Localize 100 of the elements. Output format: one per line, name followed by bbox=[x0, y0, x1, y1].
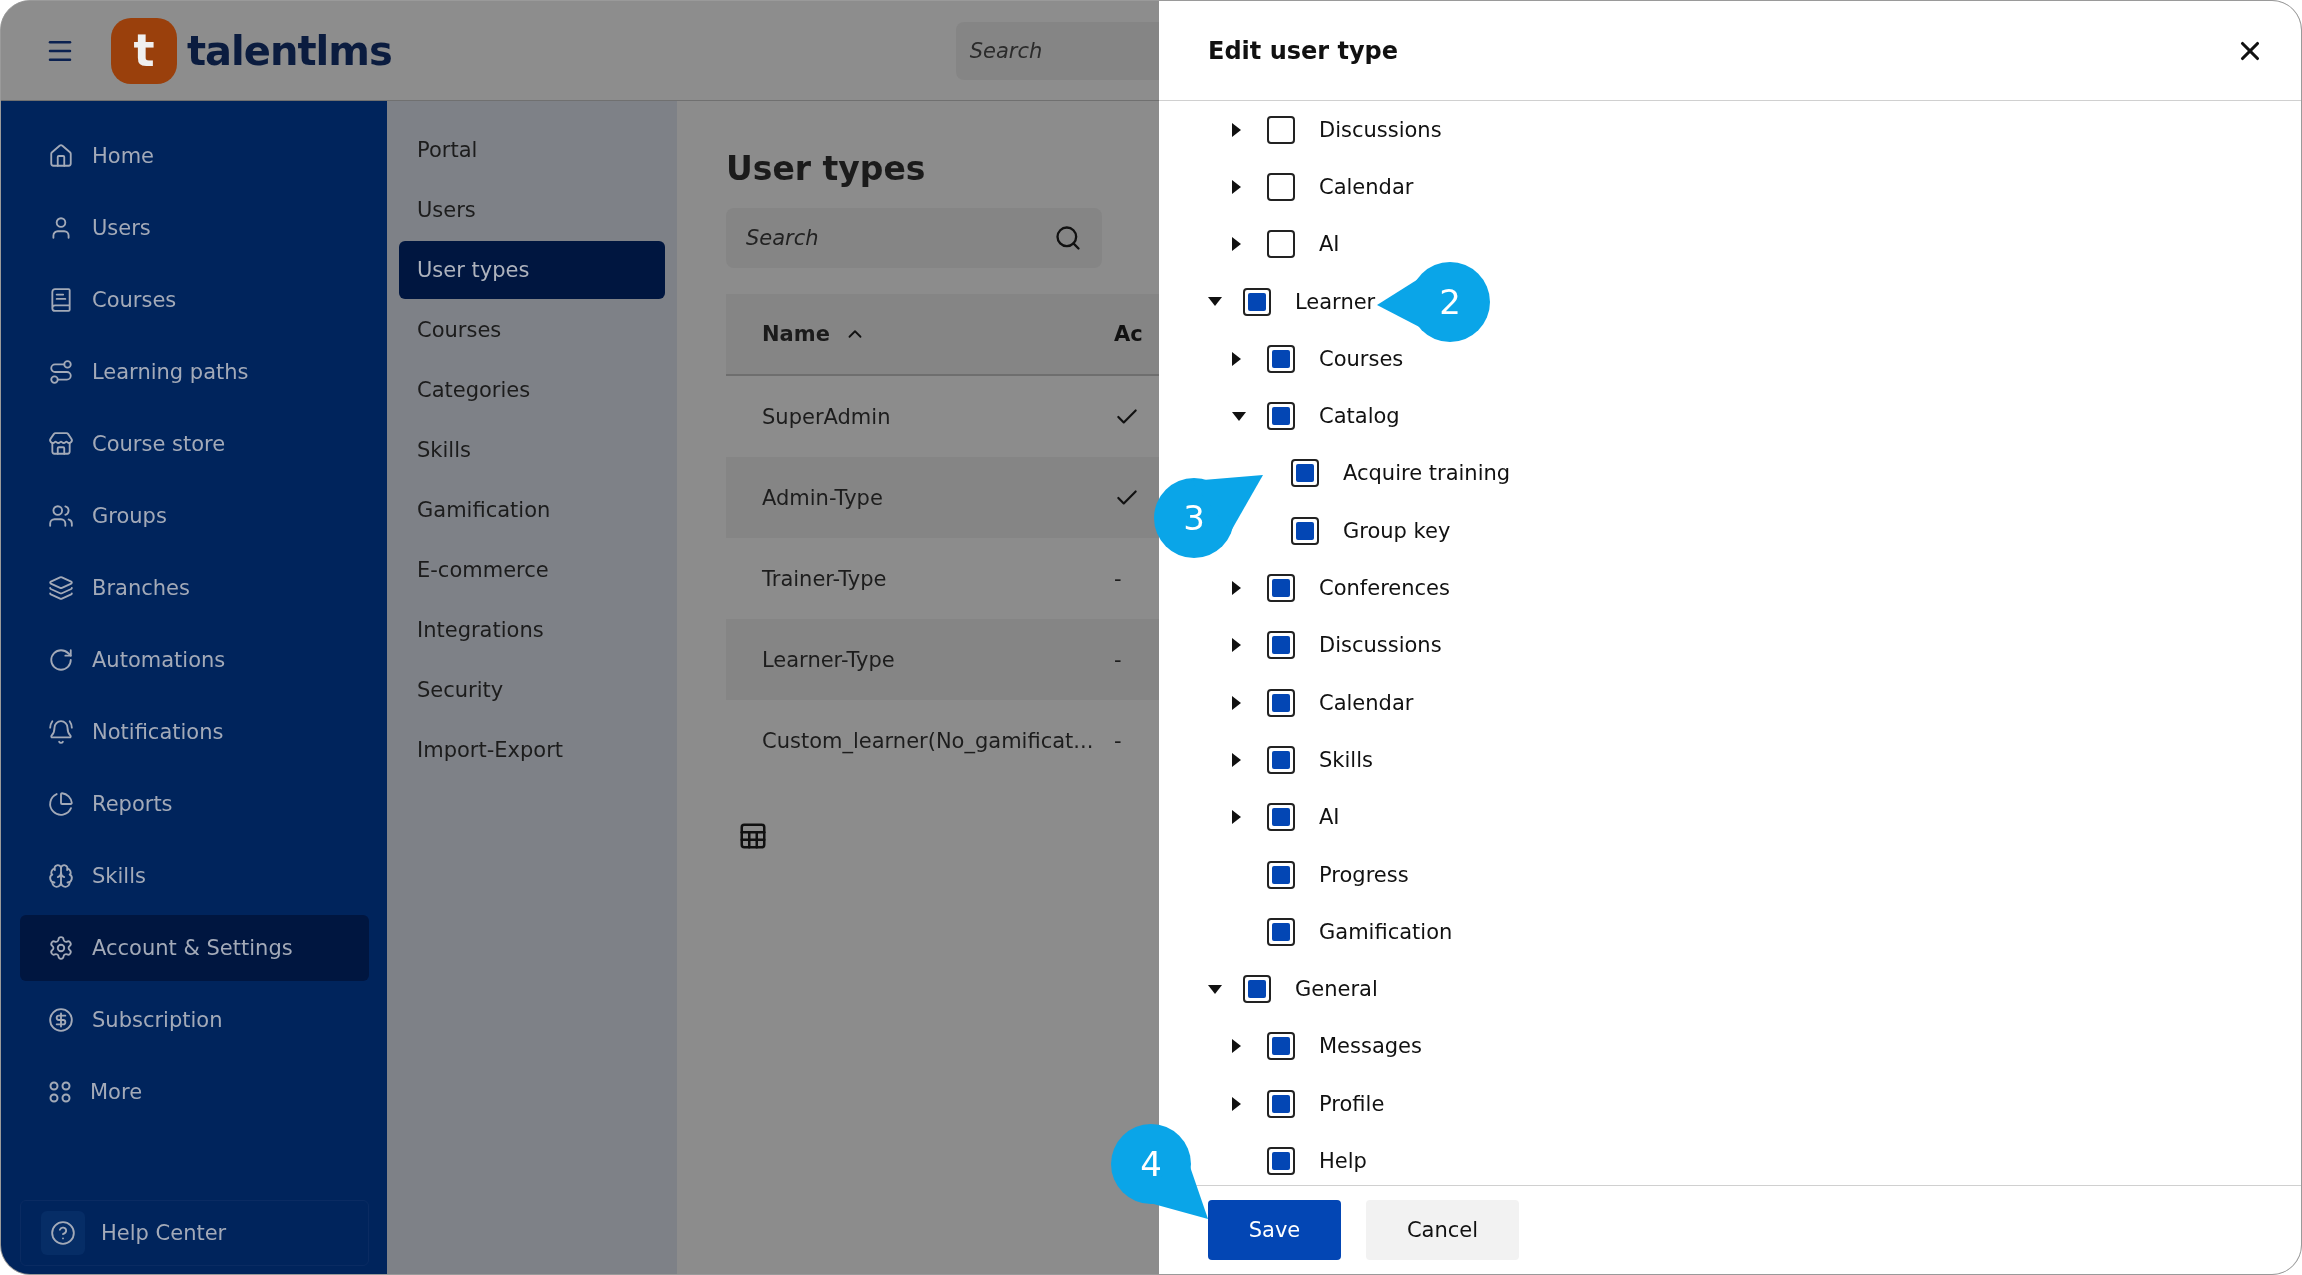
checkbox[interactable] bbox=[1267, 1147, 1295, 1175]
table-cell-text: Custom_learner(No_gamificat... bbox=[761, 728, 1095, 753]
settings-menu-item[interactable]: Courses bbox=[399, 301, 665, 359]
checkbox[interactable] bbox=[1267, 745, 1295, 774]
settings-menu-item[interactable]: Skills bbox=[399, 421, 665, 479]
sidebar-item[interactable]: Course store bbox=[20, 411, 369, 477]
permission-label: Calendar bbox=[1319, 690, 1414, 715]
settings-menu-item[interactable]: E-commerce bbox=[399, 541, 665, 599]
sidebar-item[interactable]: Automations bbox=[20, 627, 369, 693]
help-center-link[interactable]: Help Center bbox=[20, 1200, 369, 1266]
sidebar-item[interactable]: Courses bbox=[20, 267, 369, 333]
save-button[interactable]: Save bbox=[1208, 1200, 1341, 1260]
caret-right-icon[interactable] bbox=[1232, 1096, 1241, 1111]
checkbox[interactable] bbox=[1267, 344, 1295, 373]
column-header[interactable]: Name bbox=[762, 322, 830, 346]
caret-right-icon[interactable] bbox=[1232, 638, 1241, 653]
checkbox[interactable] bbox=[1267, 860, 1295, 889]
checkbox[interactable] bbox=[1267, 631, 1295, 660]
search-field[interactable]: Search bbox=[726, 208, 1102, 268]
sidebar-item[interactable]: Skills bbox=[20, 843, 369, 909]
table-cell-text: Admin-Type bbox=[761, 485, 884, 510]
settings-menu-item[interactable]: Integrations bbox=[399, 601, 665, 659]
permission-label: Courses bbox=[1319, 346, 1404, 371]
caret-right-icon[interactable] bbox=[1232, 351, 1241, 366]
step-callout: 4 bbox=[1109, 1122, 1211, 1222]
permission-label: Skills bbox=[1319, 747, 1373, 772]
permission-label: AI bbox=[1319, 232, 1340, 257]
automation-icon bbox=[48, 647, 74, 673]
settings-menu-item[interactable]: Categories bbox=[399, 361, 665, 419]
sidebar-item[interactable]: Home bbox=[20, 123, 369, 189]
checkbox[interactable] bbox=[1267, 172, 1295, 201]
sidebar-label: Users bbox=[92, 216, 151, 240]
permission-label: Learner bbox=[1295, 289, 1376, 314]
search-icon bbox=[1054, 224, 1082, 252]
sidebar-item[interactable]: Users bbox=[20, 195, 369, 261]
sidebar-label: Groups bbox=[92, 504, 167, 528]
sidebar-label: Learning paths bbox=[92, 360, 249, 384]
table-cell-text: Trainer-Type bbox=[761, 566, 888, 591]
checkbox[interactable] bbox=[1267, 917, 1295, 946]
settings-menu-item[interactable]: Portal bbox=[399, 121, 665, 179]
sidebar-label: Skills bbox=[92, 864, 146, 888]
caret-right-icon[interactable] bbox=[1232, 752, 1241, 767]
cancel-button[interactable]: Cancel bbox=[1366, 1200, 1519, 1260]
gear-icon bbox=[48, 935, 74, 961]
home-icon bbox=[48, 143, 74, 169]
caret-right-icon[interactable] bbox=[1232, 810, 1241, 825]
checkbox[interactable] bbox=[1291, 459, 1319, 488]
sidebar-item[interactable]: Reports bbox=[20, 771, 369, 837]
permission-label: Group key bbox=[1343, 518, 1451, 543]
checkbox[interactable] bbox=[1291, 516, 1319, 545]
settings-menu-item[interactable]: Import-Export bbox=[399, 721, 665, 779]
checkbox[interactable] bbox=[1267, 1089, 1295, 1118]
settings-menu-item[interactable]: Gamification bbox=[399, 481, 665, 539]
settings-menu-item[interactable]: Users bbox=[399, 181, 665, 239]
table-cell: - bbox=[1114, 566, 1122, 591]
checkbox[interactable] bbox=[1267, 402, 1295, 431]
sidebar-item[interactable]: More bbox=[20, 1059, 369, 1125]
caret-right-icon[interactable] bbox=[1232, 237, 1241, 252]
table-cell: - bbox=[1114, 647, 1122, 672]
sidebar-item[interactable]: Branches bbox=[20, 555, 369, 621]
caret-down-icon[interactable] bbox=[1208, 984, 1222, 994]
checkbox[interactable] bbox=[1267, 688, 1295, 717]
checkbox[interactable] bbox=[1267, 230, 1295, 259]
permission-label: Profile bbox=[1319, 1091, 1385, 1116]
settings-menu-item[interactable]: User types bbox=[399, 241, 665, 299]
checkbox[interactable] bbox=[1267, 574, 1295, 602]
permission-label: Messages bbox=[1319, 1034, 1422, 1059]
permission-label: Discussions bbox=[1319, 633, 1442, 658]
caret-right-icon[interactable] bbox=[1232, 179, 1241, 194]
caret-down-icon[interactable] bbox=[1232, 411, 1246, 421]
sidebar-label: Automations bbox=[92, 648, 226, 672]
checkbox[interactable] bbox=[1267, 1032, 1295, 1061]
dots-icon bbox=[48, 1080, 72, 1104]
checkbox[interactable] bbox=[1267, 115, 1295, 144]
caret-right-icon[interactable] bbox=[1232, 695, 1241, 710]
bell-icon bbox=[48, 719, 74, 745]
export-table-icon[interactable] bbox=[738, 821, 768, 851]
store-icon bbox=[48, 431, 74, 457]
settings-menu-item[interactable]: Security bbox=[399, 661, 665, 719]
sidebar-label: Account & Settings bbox=[92, 936, 293, 960]
column-header: Ac bbox=[1114, 322, 1143, 346]
sidebar-item[interactable]: Notifications bbox=[20, 699, 369, 765]
page-title: User types bbox=[726, 149, 926, 188]
help-icon bbox=[41, 1211, 85, 1255]
caret-down-icon[interactable] bbox=[1208, 297, 1222, 307]
permission-label: Discussions bbox=[1319, 117, 1442, 142]
group-icon bbox=[48, 503, 74, 529]
caret-right-icon[interactable] bbox=[1232, 122, 1241, 137]
checkbox[interactable] bbox=[1243, 287, 1271, 316]
sidebar-item[interactable]: Subscription bbox=[20, 987, 369, 1053]
checkbox[interactable] bbox=[1267, 803, 1295, 832]
caret-right-icon[interactable] bbox=[1232, 1039, 1241, 1054]
caret-right-icon[interactable] bbox=[1232, 581, 1241, 595]
checkbox[interactable] bbox=[1243, 975, 1271, 1004]
sidebar-label: More bbox=[90, 1080, 143, 1104]
sidebar-item[interactable]: Account & Settings bbox=[20, 915, 369, 981]
brain-icon bbox=[48, 863, 74, 889]
sidebar-item[interactable]: Learning paths bbox=[20, 339, 369, 405]
permission-label: Help bbox=[1319, 1149, 1367, 1173]
sidebar-item[interactable]: Groups bbox=[20, 483, 369, 549]
